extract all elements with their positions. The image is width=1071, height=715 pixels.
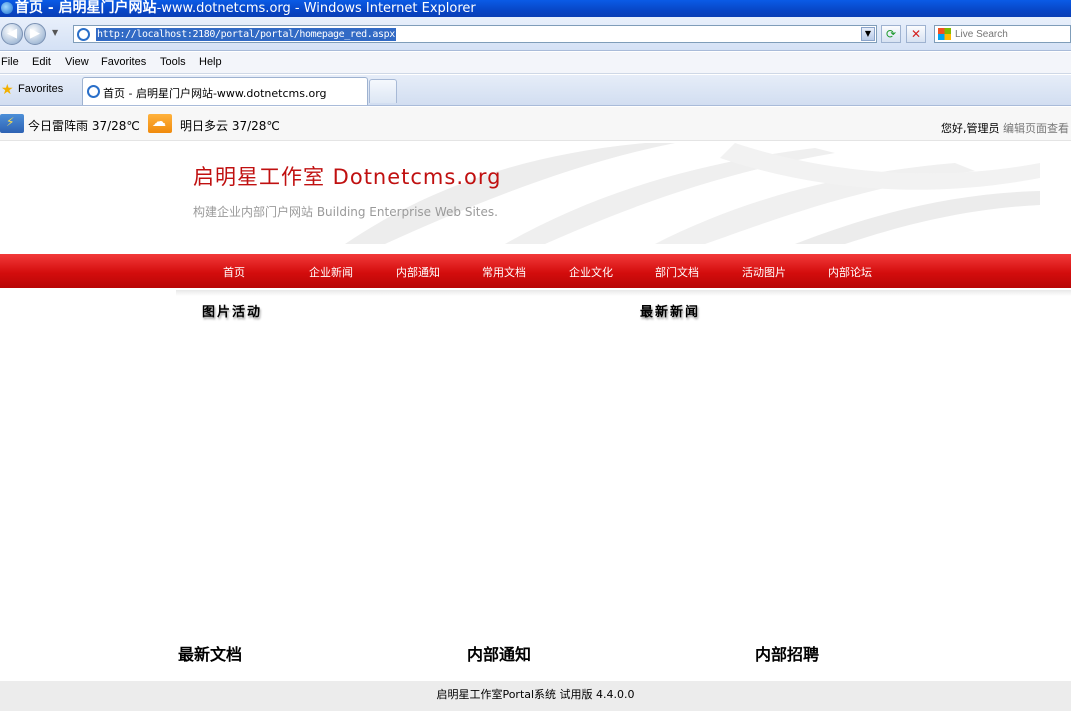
weather-tomorrow: 明日多云 37/28℃ xyxy=(180,119,280,133)
user-greeting: 您好,管理员 xyxy=(941,122,1000,135)
tab-page-icon xyxy=(87,85,100,98)
window-title-main: 首页 - 启明星门户网站 xyxy=(15,0,157,16)
address-input[interactable]: http://localhost:2180/portal/portal/home… xyxy=(96,28,396,41)
top-info-strip: 今日雷阵雨 37/28℃ 明日多云 37/28℃ 您好,管理员 编辑页面查看 xyxy=(0,107,1071,141)
section-photo-activity: 图片活动 xyxy=(202,305,263,320)
search-input[interactable] xyxy=(955,27,1067,41)
site-subtitle: 构建企业内部门户网站 Building Enterprise Web Sites… xyxy=(193,205,498,219)
nav-home[interactable]: 首页 xyxy=(223,264,245,280)
section-latest-news: 最新新闻 xyxy=(640,305,701,320)
main-nav: 首页 企业新闻 内部通知 常用文档 企业文化 部门文档 活动图片 内部论坛 xyxy=(0,254,1071,288)
menu-favorites[interactable]: Favorites xyxy=(101,56,146,68)
address-bar[interactable]: http://localhost:2180/portal/portal/home… xyxy=(73,25,877,43)
view-link[interactable]: 查看 xyxy=(1047,122,1069,135)
user-links: 您好,管理员 编辑页面查看 xyxy=(941,120,1069,136)
nav-company-news[interactable]: 企业新闻 xyxy=(309,264,353,280)
live-search-logo-icon xyxy=(938,28,951,40)
page-footer: 启明星工作室Portal系统 试用版 4.4.0.0 xyxy=(0,681,1071,711)
site-banner: 启明星工作室 Dotnetcms.org 构建企业内部门户网站 Building… xyxy=(175,143,1040,244)
favorites-button[interactable]: Favorites xyxy=(18,83,63,95)
ie-logo-icon xyxy=(1,2,13,14)
menu-help[interactable]: Help xyxy=(199,56,222,68)
menu-tools[interactable]: Tools xyxy=(160,56,186,68)
weather-today: 今日雷阵雨 37/28℃ xyxy=(28,119,140,133)
footer-text: 启明星工作室Portal系统 试用版 4.4.0.0 xyxy=(436,688,635,701)
menu-bar: File Edit View Favorites Tools Help xyxy=(0,52,1071,74)
nav-internal-forum[interactable]: 内部论坛 xyxy=(828,264,872,280)
nav-department-docs[interactable]: 部门文档 xyxy=(655,264,699,280)
window-title-bar: 首页 - 启明星门户网站-www.dotnetcms.org - Windows… xyxy=(0,0,1071,17)
forward-button[interactable]: ▶ xyxy=(24,23,46,45)
tab-homepage[interactable]: 首页 - 启明星门户网站-www.dotnetcms.org xyxy=(82,77,368,105)
section-internal-notice: 内部通知 xyxy=(467,645,532,664)
history-dropdown-icon[interactable]: ▼ xyxy=(52,28,58,37)
cloudy-weather-icon xyxy=(148,114,172,133)
address-dropdown-icon[interactable]: ▼ xyxy=(861,27,875,41)
stop-button[interactable]: ✕ xyxy=(906,25,926,43)
nav-common-docs[interactable]: 常用文档 xyxy=(482,264,526,280)
site-title: 启明星工作室 Dotnetcms.org xyxy=(193,165,502,189)
search-box[interactable] xyxy=(934,25,1071,43)
window-title-rest: -www.dotnetcms.org - Windows Internet Ex… xyxy=(156,1,476,16)
menu-file[interactable]: File xyxy=(1,56,19,68)
tab-bar: ★ Favorites 首页 - 启明星门户网站-www.dotnetcms.o… xyxy=(0,75,1071,106)
tab-label: 首页 - 启明星门户网站-www.dotnetcms.org xyxy=(103,87,327,100)
menu-view[interactable]: View xyxy=(65,56,89,68)
banner-swoosh-graphic xyxy=(345,143,1040,244)
nav-shadow xyxy=(176,290,1071,296)
nav-corporate-culture[interactable]: 企业文化 xyxy=(569,264,613,280)
back-button[interactable]: ◀ xyxy=(1,23,23,45)
nav-internal-notice[interactable]: 内部通知 xyxy=(396,264,440,280)
thunderstorm-weather-icon xyxy=(0,114,24,133)
new-tab-button[interactable] xyxy=(369,79,397,103)
section-latest-docs: 最新文档 xyxy=(178,645,243,664)
section-internal-jobs: 内部招聘 xyxy=(755,645,820,664)
nav-activity-photos[interactable]: 活动图片 xyxy=(742,264,786,280)
favorites-star-icon[interactable]: ★ xyxy=(1,82,14,98)
menu-edit[interactable]: Edit xyxy=(32,56,51,68)
page-icon xyxy=(77,28,90,41)
refresh-button[interactable]: ⟳ xyxy=(881,25,901,43)
edit-page-link[interactable]: 编辑页面 xyxy=(1003,122,1047,135)
address-toolbar: ◀ ▶ ▼ http://localhost:2180/portal/porta… xyxy=(0,17,1071,51)
